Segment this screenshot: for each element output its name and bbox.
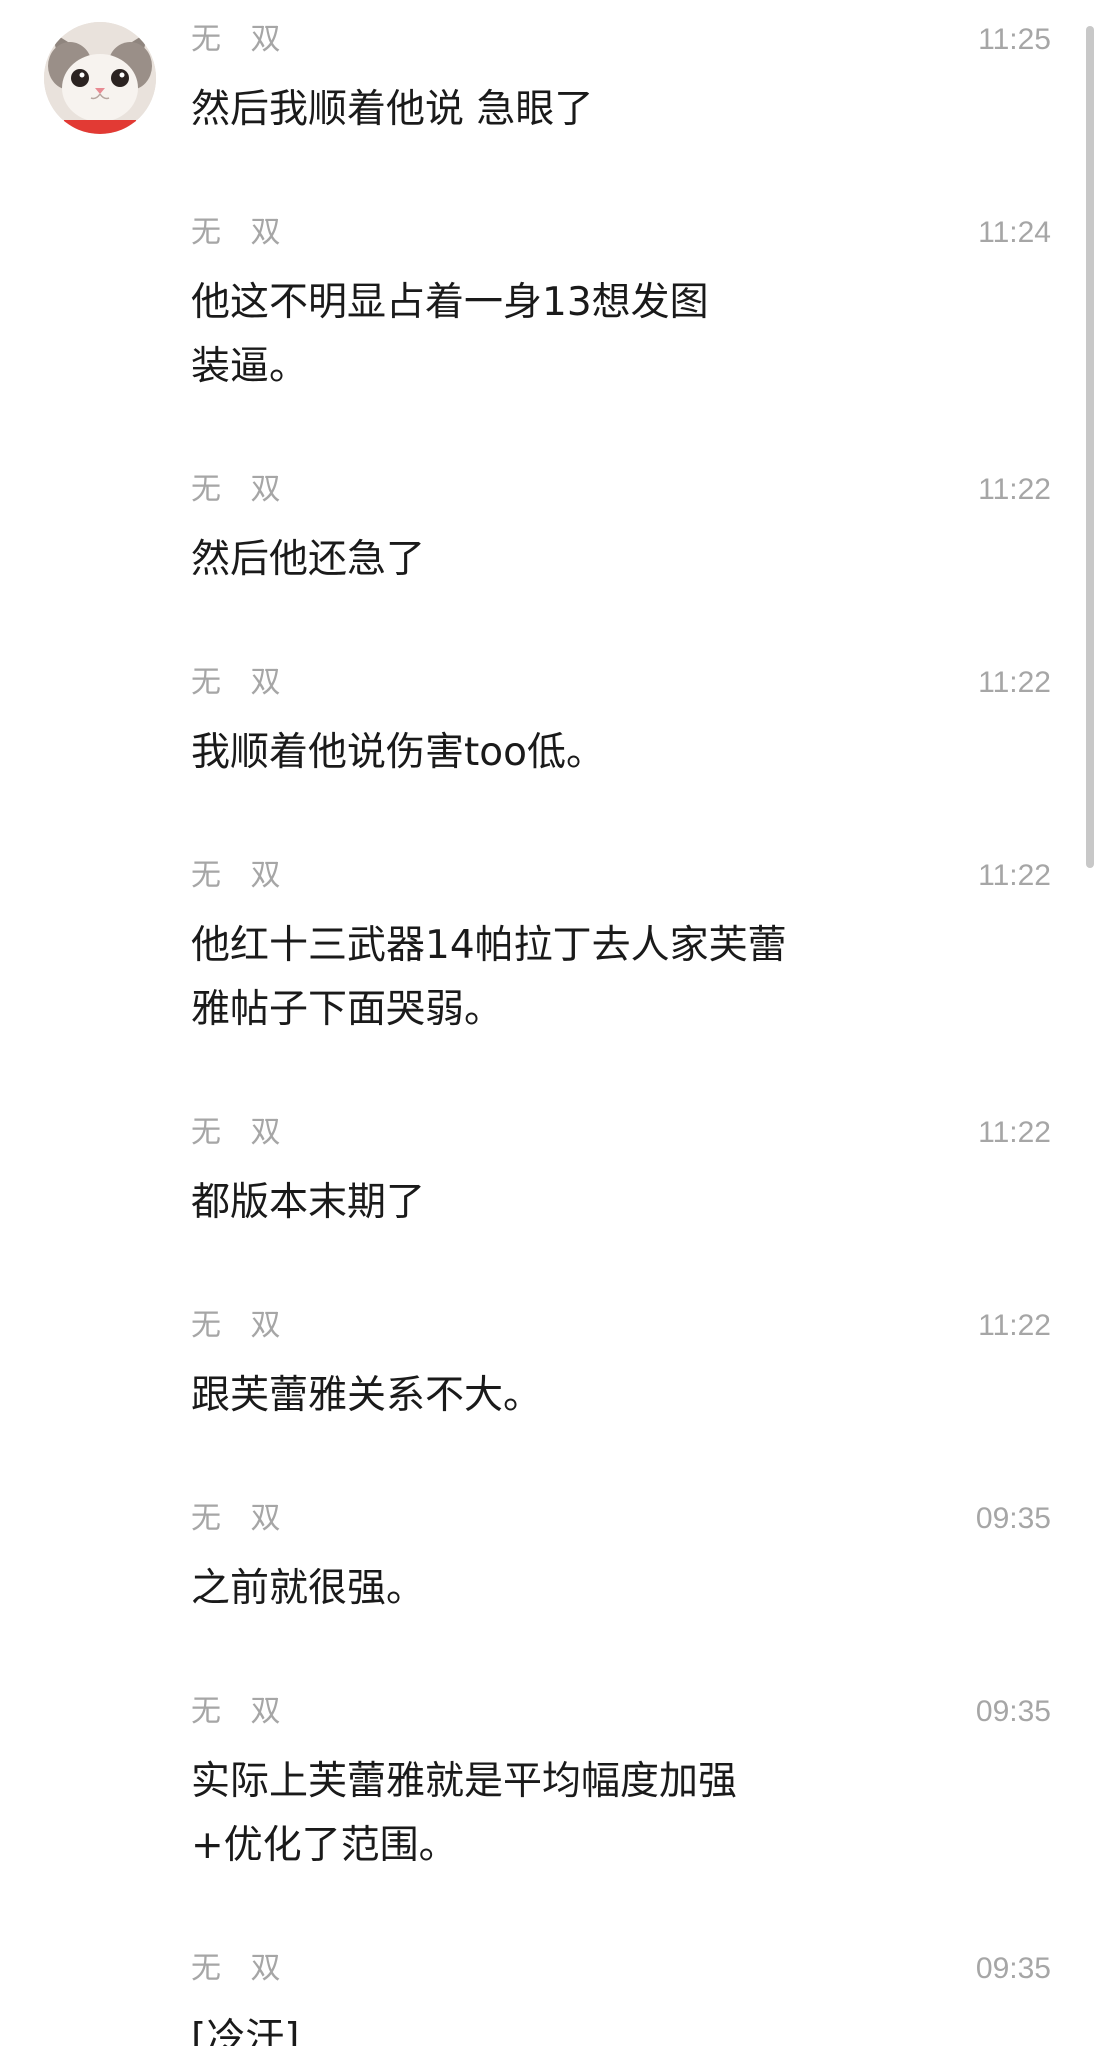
message-item[interactable]: 无 双 11:22 都版本末期了 bbox=[0, 1115, 1100, 1225]
message-time: 09:35 bbox=[975, 1695, 1051, 1728]
message-item[interactable]: 无 双 11:22 他红十三武器14帕拉丁去人家芙蕾 雅帖子下面哭弱。 bbox=[0, 858, 1100, 1032]
message-text[interactable]: 跟芙蕾雅关系不大。 bbox=[191, 1364, 891, 1428]
sender-name[interactable]: 无 双 bbox=[191, 1501, 291, 1537]
message-item[interactable]: 无 双 11:22 我顺着他说伤害too低。 bbox=[0, 665, 1100, 775]
message-time: 09:35 bbox=[975, 1952, 1051, 1985]
message-text[interactable]: 然后他还急了 bbox=[191, 528, 891, 592]
message-time: 11:25 bbox=[978, 23, 1051, 56]
scrollbar[interactable] bbox=[1086, 26, 1094, 2026]
message-item[interactable]: 无 双 11:24 他这不明显占着一身13想发图 装逼。 bbox=[0, 215, 1100, 389]
message-time: 11:22 bbox=[978, 473, 1051, 506]
message-text[interactable]: 然后我顺着他说 急眼了 bbox=[191, 78, 891, 142]
message-item[interactable]: 无 双 11:22 跟芙蕾雅关系不大。 bbox=[0, 1308, 1100, 1418]
message-time: 11:22 bbox=[978, 666, 1051, 699]
message-text[interactable]: 他红十三武器14帕拉丁去人家芙蕾 雅帖子下面哭弱。 bbox=[191, 914, 891, 1042]
scrollbar-thumb[interactable] bbox=[1086, 26, 1094, 868]
message-time: 11:22 bbox=[978, 859, 1051, 892]
message-item[interactable]: 无 双 09:35 之前就很强。 bbox=[0, 1501, 1100, 1611]
sender-name[interactable]: 无 双 bbox=[191, 1694, 291, 1730]
sender-name[interactable]: 无 双 bbox=[191, 472, 291, 508]
sender-name[interactable]: 无 双 bbox=[191, 858, 291, 894]
message-item[interactable]: 无 双 09:35 [冷汗] bbox=[0, 1951, 1100, 2046]
message-text[interactable]: 实际上芙蕾雅就是平均幅度加强 +优化了范围。 bbox=[191, 1750, 891, 1878]
sender-name[interactable]: 无 双 bbox=[191, 665, 291, 701]
message-item[interactable]: 无 双 11:22 然后他还急了 bbox=[0, 472, 1100, 582]
message-time: 09:35 bbox=[975, 1502, 1051, 1535]
message-item[interactable]: 无 双 11:25 然后我顺着他说 急眼了 bbox=[0, 22, 1100, 132]
message-text[interactable]: 之前就很强。 bbox=[191, 1557, 891, 1621]
sender-name[interactable]: 无 双 bbox=[191, 215, 291, 251]
message-time: 11:24 bbox=[978, 216, 1051, 249]
message-text[interactable]: [冷汗] bbox=[191, 2007, 891, 2046]
message-time: 11:22 bbox=[978, 1309, 1051, 1342]
sender-name[interactable]: 无 双 bbox=[191, 22, 291, 58]
message-text[interactable]: 都版本末期了 bbox=[191, 1171, 891, 1235]
chat-message-list[interactable]: 无 双 11:25 然后我顺着他说 急眼了 无 双 11:24 他这不明显占着一… bbox=[0, 0, 1100, 2046]
sender-name[interactable]: 无 双 bbox=[191, 1115, 291, 1151]
sender-name[interactable]: 无 双 bbox=[191, 1308, 291, 1344]
sender-name[interactable]: 无 双 bbox=[191, 1951, 291, 1987]
message-item[interactable]: 无 双 09:35 实际上芙蕾雅就是平均幅度加强 +优化了范围。 bbox=[0, 1694, 1100, 1868]
message-time: 11:22 bbox=[978, 1116, 1051, 1149]
message-text[interactable]: 他这不明显占着一身13想发图 装逼。 bbox=[191, 271, 891, 399]
message-text[interactable]: 我顺着他说伤害too低。 bbox=[191, 721, 891, 785]
